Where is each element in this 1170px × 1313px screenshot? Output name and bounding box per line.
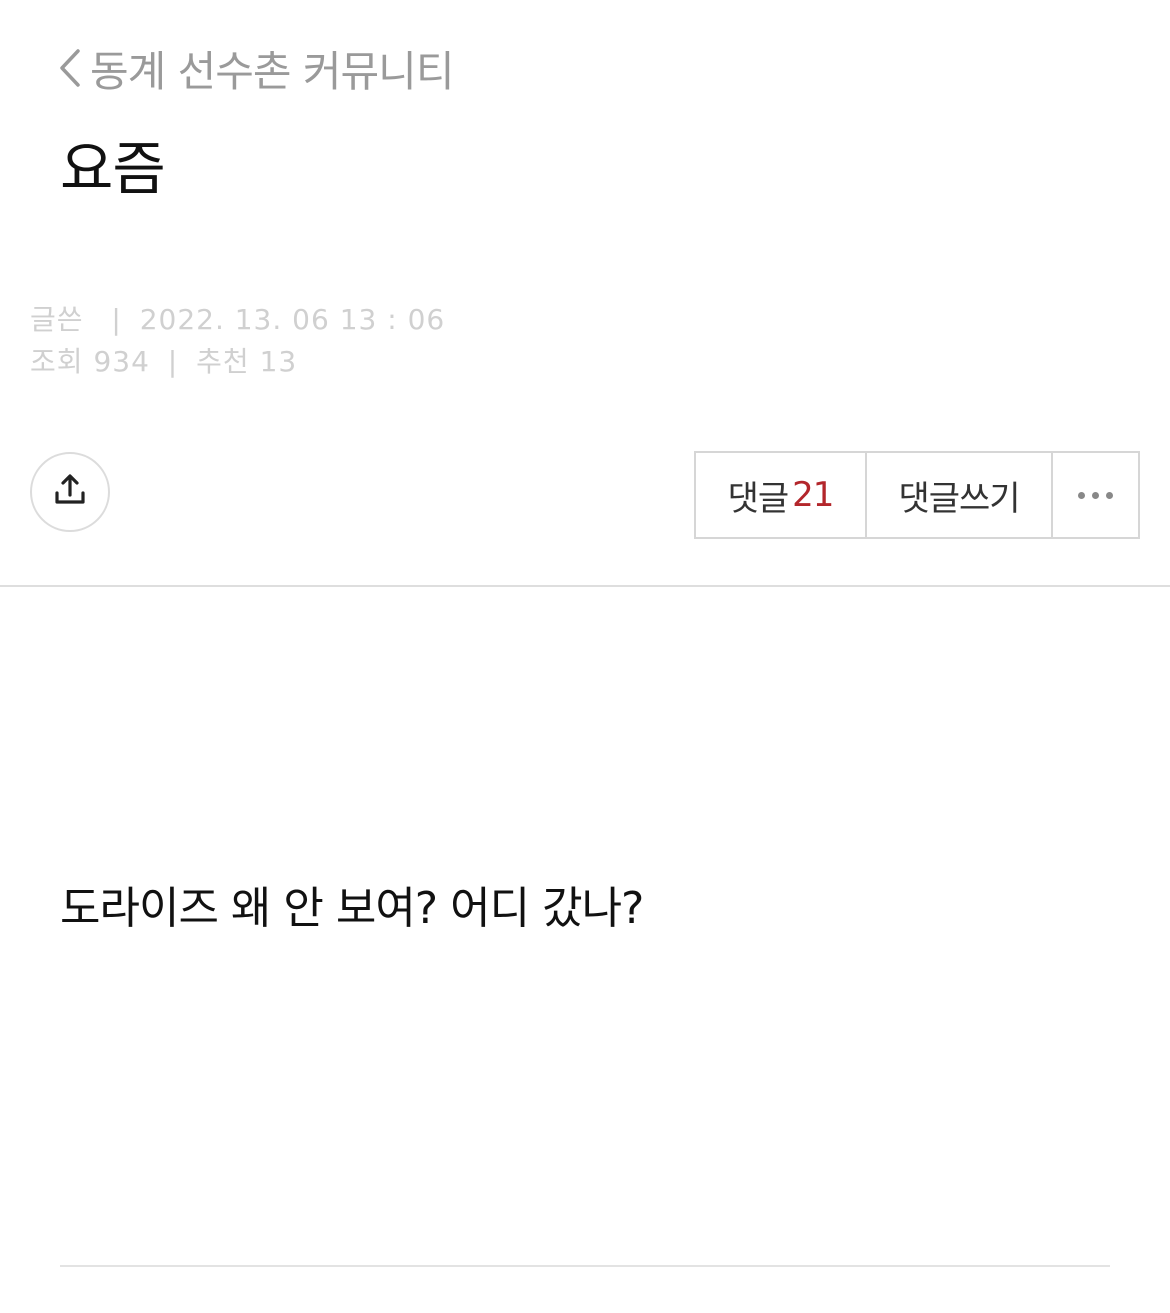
- post-body: 도라이즈 왜 안 보여? 어디 갔나?: [60, 883, 644, 934]
- post-page: 동계 선수촌 커뮤니티 요즘 글쓴 | 2022. 13. 06 13 : 06…: [0, 0, 1170, 1313]
- post-action-group: 댓글 21 댓글쓰기: [694, 451, 1140, 539]
- chevron-left-icon: [58, 47, 82, 89]
- comments-label: 댓글: [727, 478, 790, 519]
- comments-count: 21: [792, 475, 834, 515]
- share-upload-icon: [51, 471, 89, 513]
- post-meta-author-date: 글쓴 | 2022. 13. 06 13 : 06: [30, 303, 446, 336]
- recommend-label: 추천: [196, 345, 250, 378]
- content-divider: [60, 1265, 1110, 1267]
- back-to-community-link[interactable]: 동계 선수촌 커뮤니티: [58, 38, 454, 98]
- more-horizontal-icon: [1078, 491, 1113, 499]
- views-label: 조회: [30, 345, 84, 378]
- community-name: 동계 선수촌 커뮤니티: [90, 46, 454, 96]
- post-meta-stats: 조회 934 | 추천 13: [30, 345, 298, 378]
- post-date: 2022. 13. 06 13 : 06: [139, 303, 446, 336]
- post-title: 요즘: [60, 135, 166, 203]
- share-button[interactable]: [30, 452, 110, 532]
- recommend-count: 13: [259, 345, 298, 378]
- author-label: 글쓴: [30, 303, 84, 336]
- more-options-button[interactable]: [1051, 453, 1138, 537]
- header-divider: [0, 585, 1170, 587]
- views-count: 934: [93, 345, 150, 378]
- comments-button[interactable]: 댓글 21: [696, 453, 865, 537]
- write-comment-button[interactable]: 댓글쓰기: [865, 453, 1051, 537]
